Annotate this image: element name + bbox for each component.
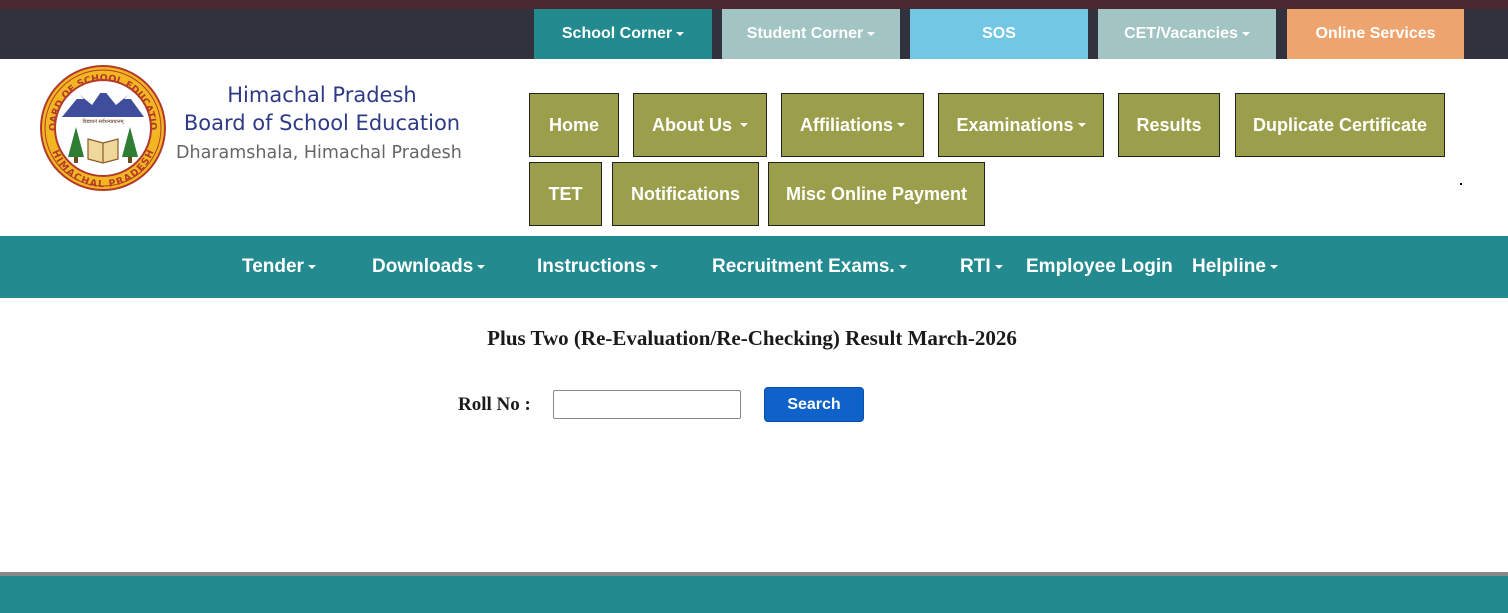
board-seal-logo[interactable]: BOARD OF SCHOOL EDUCATION HIMACHAL PRADE… xyxy=(40,65,166,191)
school-corner-button[interactable]: School Corner xyxy=(534,9,712,59)
stray-dot xyxy=(1460,183,1462,185)
caret-down-icon xyxy=(1077,123,1086,127)
seal-motto: विद्याधनं सर्वधनप्रधानम् xyxy=(83,118,125,125)
nav-home[interactable]: Home xyxy=(529,93,619,157)
caret-down-icon xyxy=(898,265,907,269)
roll-number-input[interactable] xyxy=(553,390,741,419)
nav-results[interactable]: Results xyxy=(1118,93,1220,157)
top-bar: School Corner Student Corner SOS CET/Vac… xyxy=(0,9,1508,59)
nav-affiliations[interactable]: Affiliations xyxy=(781,93,924,157)
page-title: Plus Two (Re-Evaluation/Re-Checking) Res… xyxy=(487,326,1017,350)
top-accent-strip xyxy=(0,0,1508,9)
nav-notifications[interactable]: Notifications xyxy=(612,162,759,226)
caret-down-icon xyxy=(307,265,316,269)
caret-down-icon xyxy=(477,265,486,269)
brand-line-1: Himachal Pradesh xyxy=(227,83,417,107)
nav-examinations[interactable]: Examinations xyxy=(938,93,1104,157)
subnav-helpline[interactable]: Helpline xyxy=(1192,236,1278,298)
cet-vacancies-button[interactable]: CET/Vacancies xyxy=(1098,9,1276,59)
online-services-button[interactable]: Online Services xyxy=(1287,9,1464,59)
caret-down-icon xyxy=(994,265,1003,269)
sos-button[interactable]: SOS xyxy=(910,9,1088,59)
caret-down-icon xyxy=(1269,265,1278,269)
subnav-employee-login[interactable]: Employee Login xyxy=(1026,236,1173,298)
roll-number-label: Roll No : xyxy=(458,394,531,415)
caret-down-icon xyxy=(740,123,748,127)
site-header: BOARD OF SCHOOL EDUCATION HIMACHAL PRADE… xyxy=(0,59,1508,236)
subnav-instructions[interactable]: Instructions xyxy=(537,236,658,298)
search-button[interactable]: Search xyxy=(764,387,864,422)
subnav-tender[interactable]: Tender xyxy=(242,236,316,298)
subnav-downloads[interactable]: Downloads xyxy=(372,236,486,298)
caret-down-icon xyxy=(867,32,876,36)
site-footer xyxy=(0,576,1508,613)
caret-down-icon xyxy=(897,123,905,127)
caret-down-icon xyxy=(676,32,685,36)
subnav-rti[interactable]: RTI xyxy=(960,236,1003,298)
subnav-recruitment-exams[interactable]: Recruitment Exams. xyxy=(712,236,907,298)
nav-misc-online-payment[interactable]: Misc Online Payment xyxy=(768,162,985,226)
nav-duplicate-certificate[interactable]: Duplicate Certificate xyxy=(1235,93,1445,157)
brand-line-2: Board of School Education xyxy=(183,111,461,135)
caret-down-icon xyxy=(649,265,658,269)
student-corner-button[interactable]: Student Corner xyxy=(722,9,900,59)
brand-line-3: Dharamshala, Himachal Pradesh xyxy=(176,143,462,163)
nav-tet[interactable]: TET xyxy=(529,162,602,226)
caret-down-icon xyxy=(1241,32,1250,36)
nav-about-us[interactable]: About Us xyxy=(633,93,767,157)
secondary-nav: Tender Downloads Instructions Recruitmen… xyxy=(0,236,1508,298)
